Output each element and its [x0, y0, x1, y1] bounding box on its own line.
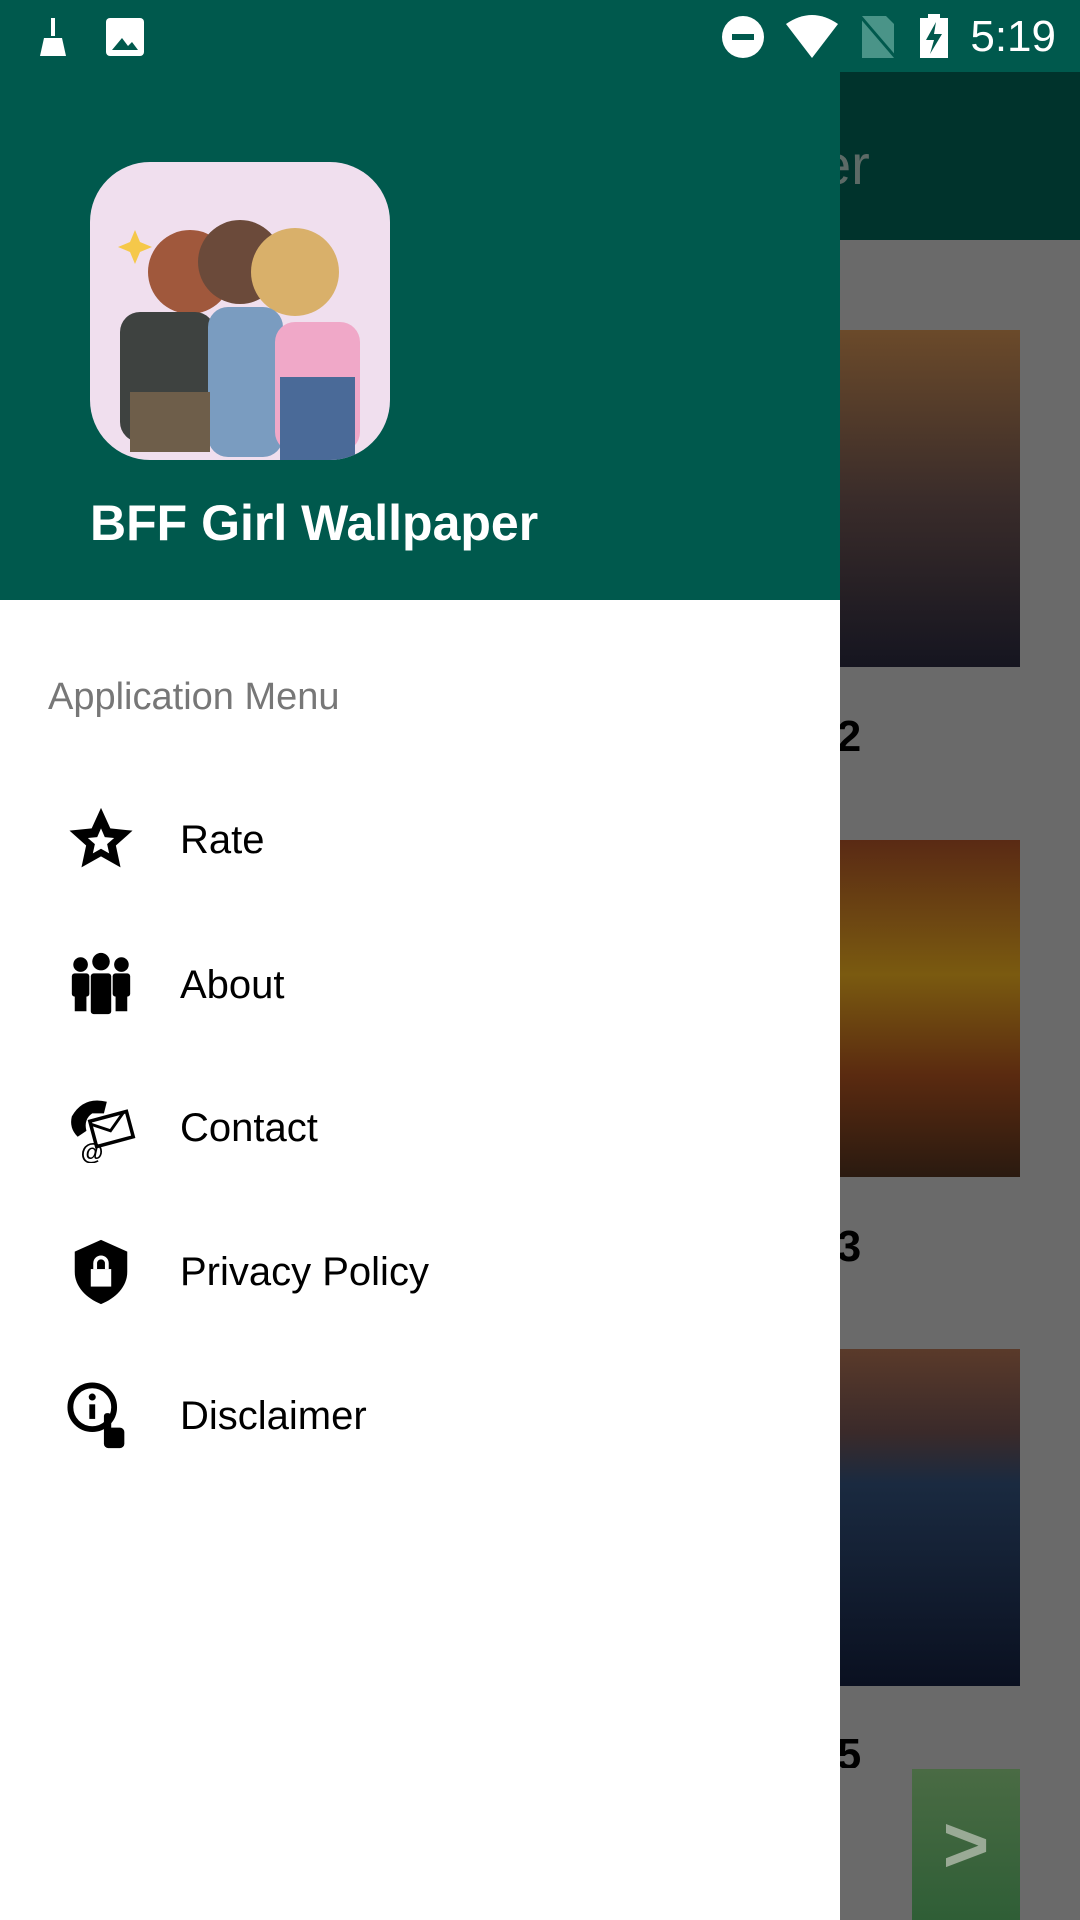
wallpaper-image-2[interactable] — [840, 840, 1020, 1177]
contact-phone-mail-icon: @ — [66, 1093, 136, 1163]
menu-item-rate[interactable]: Rate — [0, 780, 840, 900]
no-sim-icon — [860, 16, 896, 58]
menu-item-privacy-policy[interactable]: Privacy Policy — [0, 1212, 840, 1332]
star-icon — [66, 805, 136, 875]
menu-item-about[interactable]: About — [0, 925, 840, 1045]
wallpaper-image-3[interactable] — [840, 1349, 1020, 1686]
menu-item-disclaimer[interactable]: Disclaimer — [0, 1356, 840, 1476]
status-bar: 5:19 — [0, 0, 1080, 72]
menu-item-contact[interactable]: @ Contact — [0, 1068, 840, 1188]
wallpaper-image-1[interactable] — [840, 330, 1020, 667]
section-title: Application Menu — [48, 676, 340, 718]
svg-text:@: @ — [81, 1139, 104, 1163]
cleaner-icon — [40, 18, 66, 56]
drawer-header: BFF Girl Wallpaper — [0, 0, 840, 600]
image-icon — [106, 18, 144, 56]
app-logo — [90, 162, 390, 460]
navigation-drawer: BFF Girl Wallpaper Application Menu Rate… — [0, 0, 840, 1920]
next-button[interactable]: > — [912, 1769, 1020, 1920]
info-touch-icon — [66, 1381, 136, 1451]
battery-charging-icon — [920, 14, 948, 58]
do-not-disturb-icon — [722, 16, 764, 58]
wifi-icon — [786, 15, 838, 58]
people-icon — [66, 950, 136, 1020]
clock: 5:19 — [970, 12, 1056, 61]
shield-lock-icon — [66, 1237, 136, 1307]
drawer-title: BFF Girl Wallpaper — [90, 495, 539, 551]
